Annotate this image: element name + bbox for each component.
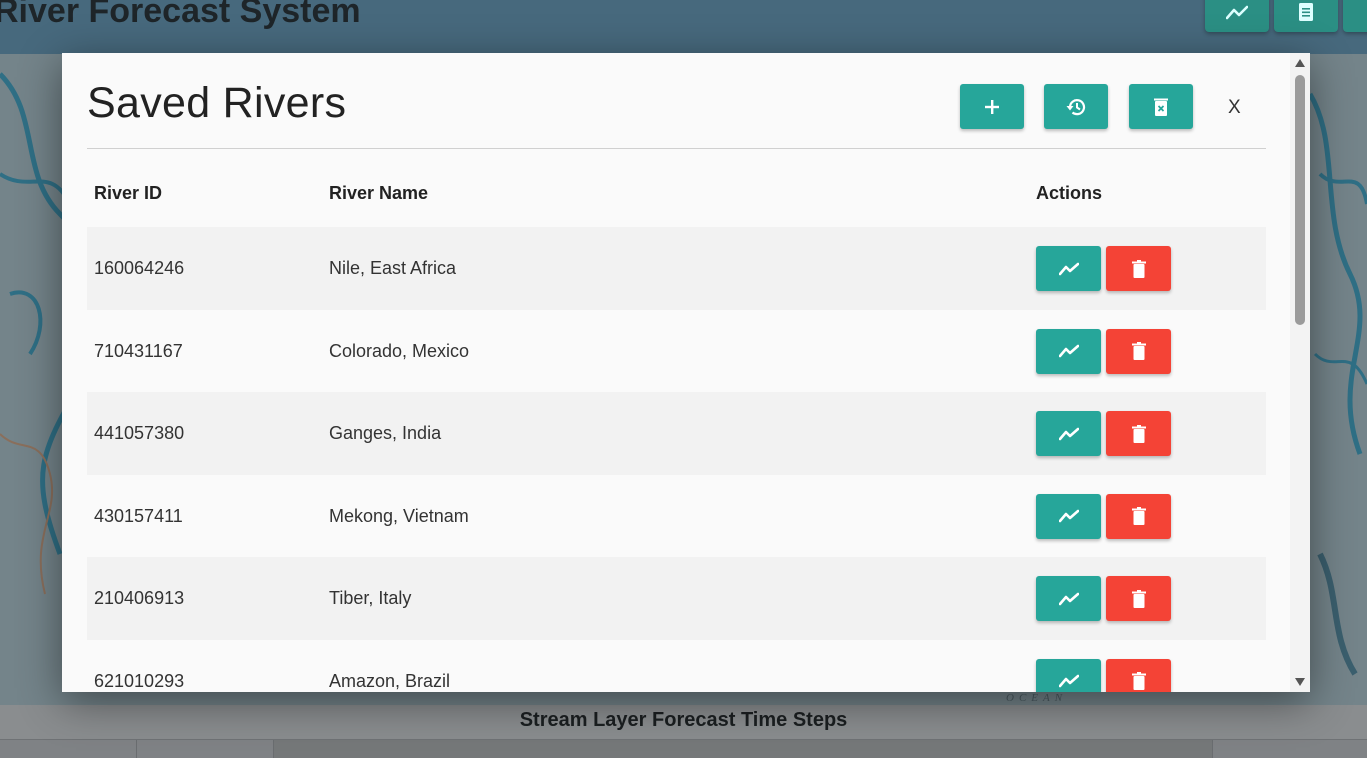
app-title: River Forecast System (0, 0, 361, 30)
trash-icon (1131, 507, 1146, 525)
map-ocean-label: OCEAN (1006, 692, 1068, 704)
view-forecast-button[interactable] (1036, 576, 1101, 621)
timestep-segment[interactable] (136, 740, 274, 758)
history-button[interactable] (1044, 84, 1108, 129)
add-river-button[interactable] (960, 84, 1024, 129)
delete-river-button[interactable] (1106, 246, 1171, 291)
scroll-down-arrow[interactable] (1295, 678, 1305, 686)
scroll-up-arrow[interactable] (1295, 59, 1305, 67)
app-header: River Forecast System (0, 0, 1367, 54)
table-row: 210406913 Tiber, Italy (87, 557, 1266, 640)
timestep-segment[interactable] (273, 740, 1213, 758)
document-icon (1299, 3, 1313, 21)
modal-scrollbar[interactable] (1290, 53, 1310, 692)
column-header-river-name: River Name (329, 183, 429, 203)
trash-icon (1131, 424, 1146, 443)
view-forecast-button[interactable] (1036, 493, 1101, 539)
table-row: 160064246 Nile, East Africa (87, 227, 1266, 310)
scrollbar-thumb[interactable] (1295, 75, 1305, 325)
delete-river-button[interactable] (1106, 493, 1171, 539)
river-id-cell: 210406913 (94, 588, 185, 608)
column-header-river-id: River ID (94, 183, 163, 203)
delete-river-button[interactable] (1106, 411, 1171, 456)
view-forecast-button[interactable] (1036, 411, 1101, 456)
header-extra-button[interactable] (1343, 0, 1367, 32)
chart-line-icon (1058, 427, 1079, 440)
delete-river-button[interactable] (1106, 658, 1171, 692)
table-row: 710431167 Colorado, Mexico (87, 310, 1266, 393)
trash-icon (1131, 589, 1146, 608)
timesteps-panel: Stream Layer Forecast Time Steps (0, 705, 1367, 758)
river-id-cell: 710431167 (94, 340, 183, 361)
timesteps-slider[interactable] (0, 739, 1367, 758)
delete-river-button[interactable] (1106, 328, 1171, 374)
chart-line-icon (1058, 262, 1079, 275)
table-row: 430157411 Mekong, Vietnam (87, 475, 1266, 558)
table-row: 621010293 Amazon, Brazil (87, 640, 1266, 692)
trash-icon (1131, 672, 1146, 690)
river-name-cell: Amazon, Brazil (329, 670, 451, 691)
table-header: River ID River Name Actions (87, 163, 1266, 227)
history-icon (1066, 98, 1086, 115)
plus-icon (985, 99, 999, 114)
view-forecast-button[interactable] (1036, 246, 1101, 291)
delete-file-icon (1154, 98, 1168, 116)
header-divider (87, 148, 1266, 149)
trash-icon (1131, 259, 1146, 278)
river-id-cell: 621010293 (94, 670, 185, 691)
timestep-segment[interactable] (1212, 740, 1350, 758)
river-name-cell: Mekong, Vietnam (329, 505, 469, 526)
saved-rivers-table: River ID River Name Actions 160064246 Ni… (87, 163, 1266, 692)
modal-title: Saved Rivers (87, 79, 347, 127)
timesteps-title: Stream Layer Forecast Time Steps (519, 709, 848, 731)
chart-view-button[interactable] (1205, 0, 1269, 32)
chart-line-icon (1058, 344, 1079, 358)
river-id-cell: 430157411 (94, 505, 183, 526)
trash-icon (1131, 342, 1146, 360)
close-button[interactable]: X (1228, 97, 1241, 119)
document-button[interactable] (1274, 0, 1338, 32)
saved-rivers-modal: Saved Rivers X River ID River Name Actio… (62, 53, 1310, 692)
view-forecast-button[interactable] (1036, 328, 1101, 374)
delete-river-button[interactable] (1106, 576, 1171, 621)
clear-all-button[interactable] (1129, 84, 1193, 129)
river-name-cell: Nile, East Africa (329, 258, 457, 278)
chart-line-icon (1058, 674, 1079, 688)
chart-line-icon (1058, 592, 1079, 605)
view-forecast-button[interactable] (1036, 658, 1101, 692)
chart-line-icon (1058, 509, 1079, 523)
river-name-cell: Ganges, India (329, 423, 442, 443)
river-id-cell: 441057380 (94, 423, 185, 443)
river-name-cell: Tiber, Italy (329, 588, 412, 608)
table-row: 441057380 Ganges, India (87, 392, 1266, 475)
river-id-cell: 160064246 (94, 258, 185, 278)
chart-line-icon (1226, 5, 1248, 20)
river-name-cell: Colorado, Mexico (329, 340, 470, 361)
column-header-actions: Actions (1036, 183, 1103, 203)
